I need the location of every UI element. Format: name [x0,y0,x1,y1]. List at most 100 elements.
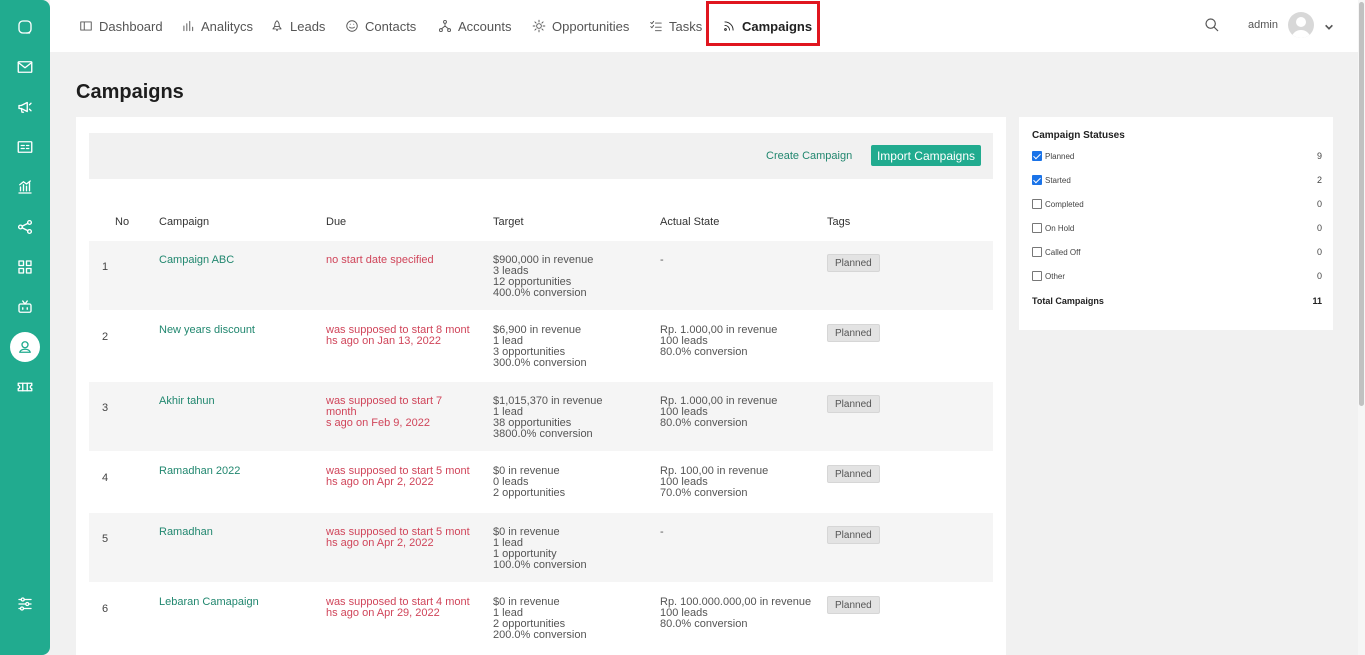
tag-badge[interactable]: Planned [827,254,880,272]
grid-icon[interactable] [10,252,40,282]
page-title: Campaigns [76,81,184,103]
actual-state-text: - [660,255,664,266]
campaign-name-link[interactable]: Ramadhan 2022 [159,466,240,477]
table-row[interactable]: 6 Lebaran Camapaign was supposed to start … [89,583,993,653]
target-line: 300.0% conversion [493,357,587,369]
table-row[interactable]: 2 New years discount was supposed to start… [89,311,993,381]
status-count: 0 [1316,223,1322,233]
status-count: 2 [1316,175,1322,185]
nav-opportunities[interactable]: Opportunities [532,0,629,52]
user-icon[interactable] [10,332,40,362]
table-row[interactable]: 4 Ramadhan 2022 was supposed to start 5 mo… [89,452,993,513]
tag-badge[interactable]: Planned [827,395,880,413]
import-campaigns-button[interactable]: Import Campaigns [871,145,981,166]
row-number: 3 [102,402,109,414]
target-line: 400.0% conversion [493,287,587,299]
table-row[interactable]: 5 Ramadhan was supposed to start 5 mont hs … [89,513,993,583]
status-filter-row[interactable]: Started 2 [1032,175,1322,187]
search-button[interactable] [1204,17,1222,35]
tag-badge[interactable]: Planned [827,324,880,342]
nav-tasks[interactable]: Tasks [649,0,702,52]
mail-icon[interactable] [10,52,40,82]
smile-icon [346,20,358,32]
status-checkbox[interactable] [1032,175,1042,185]
row-number: 4 [102,472,109,484]
table-row[interactable]: 3 Akhir tahun was supposed to start 7 mont… [89,382,993,452]
ticket-icon[interactable] [10,372,40,402]
status-label: Completed [1045,200,1084,209]
scrollbar-thumb[interactable] [1359,2,1364,406]
total-campaigns-count: 11 [1312,296,1322,306]
chat-icon[interactable] [10,12,40,42]
nav-leads[interactable]: Leads [270,0,325,52]
create-campaign-link[interactable]: Create Campaign [766,150,852,162]
state-line: - [660,526,664,538]
status-checkbox[interactable] [1032,247,1042,257]
search-icon [1205,18,1219,32]
header-campaign: Campaign [159,216,210,228]
total-campaigns-label: Total Campaigns [1032,296,1104,306]
status-label: Planned [1045,152,1075,161]
due-text: was supposed to start 5 mont hs ago on Ap… [326,527,471,549]
id-card-icon[interactable] [10,132,40,162]
status-count: 0 [1316,247,1322,257]
status-checkbox[interactable] [1032,199,1042,209]
due-line: s ago on Feb 9, 2022 [326,417,430,429]
tag-badge[interactable]: Planned [827,596,880,614]
network-icon [438,19,452,33]
status-count: 0 [1316,199,1322,209]
table-row[interactable]: 1 Campaign ABC no start date specified $900… [89,241,993,311]
status-checkbox[interactable] [1032,271,1042,281]
status-checkbox[interactable] [1032,151,1042,161]
megaphone-icon[interactable] [10,92,40,122]
status-filter-row[interactable]: Called Off 0 [1032,247,1322,259]
due-text: was supposed to start 7 month s ago on Fe… [326,396,471,429]
campaigns-card: Create Campaign Import Campaigns No Camp… [76,117,1006,655]
bot-icon[interactable] [10,292,40,322]
nav-accounts[interactable]: Accounts [438,0,511,52]
campaign-name-link[interactable]: Akhir tahun [159,396,215,407]
nav-contacts[interactable]: Contacts [345,0,416,52]
tag-badge[interactable]: Planned [827,526,880,544]
status-filter-row[interactable]: On Hold 0 [1032,223,1322,235]
campaign-name-link[interactable]: Ramadhan [159,527,213,538]
status-label: On Hold [1045,224,1075,233]
nav-analytics[interactable]: Analitycs [181,0,253,52]
user-name[interactable]: admin [1248,19,1278,31]
actual-state-text: Rp. 100.000.000,00 in revenue 100 leads 80… [660,597,811,630]
target-text: $6,900 in revenue 1 lead 3 opportunities 30… [493,325,587,369]
status-filter-row[interactable]: Completed 0 [1032,199,1322,211]
tag-badge[interactable]: Planned [827,465,880,483]
chevron-down-icon[interactable] [1324,19,1336,31]
nav-label: Tasks [669,18,703,34]
state-line: 80.0% conversion [660,618,748,630]
campaign-name-link[interactable]: Lebaran Camapaign [159,597,259,608]
row-number: 1 [102,261,109,273]
state-line: - [660,254,664,266]
due-line: hs ago on Jan 13, 2022 [326,335,441,347]
header-target: Target [493,216,524,228]
target-text: $0 in revenue 1 lead 2 opportunities 200.0%… [493,597,587,641]
campaign-name-link[interactable]: New years discount [159,325,255,336]
scrollbar[interactable] [1358,0,1365,655]
target-line: 200.0% conversion [493,629,587,641]
target-line: 3800.0% conversion [493,428,593,440]
avatar[interactable] [1288,12,1314,38]
due-line: hs ago on Apr 2, 2022 [326,476,434,488]
nav-label: Contacts [365,18,417,34]
share-icon[interactable] [10,212,40,242]
status-checkbox[interactable] [1032,223,1042,233]
status-filter-row[interactable]: Planned 9 [1032,151,1322,163]
settings-sliders-icon[interactable] [10,589,40,619]
row-number: 6 [102,603,109,615]
status-filter-row[interactable]: Other 0 [1032,271,1322,283]
state-line: 80.0% conversion [660,346,748,358]
bar-chart-icon [183,20,194,32]
actual-state-text: Rp. 1.000,00 in revenue 100 leads 80.0% co… [660,396,777,429]
analytics-icon[interactable] [10,172,40,202]
nav-dashboard[interactable]: Dashboard [79,0,163,52]
campaign-name-link[interactable]: Campaign ABC [159,255,234,266]
target-text: $0 in revenue 1 lead 1 opportunity 100.0% c… [493,527,587,571]
statuses-title: Campaign Statuses [1032,130,1125,141]
due-text: was supposed to start 5 mont hs ago on Ap… [326,466,471,488]
